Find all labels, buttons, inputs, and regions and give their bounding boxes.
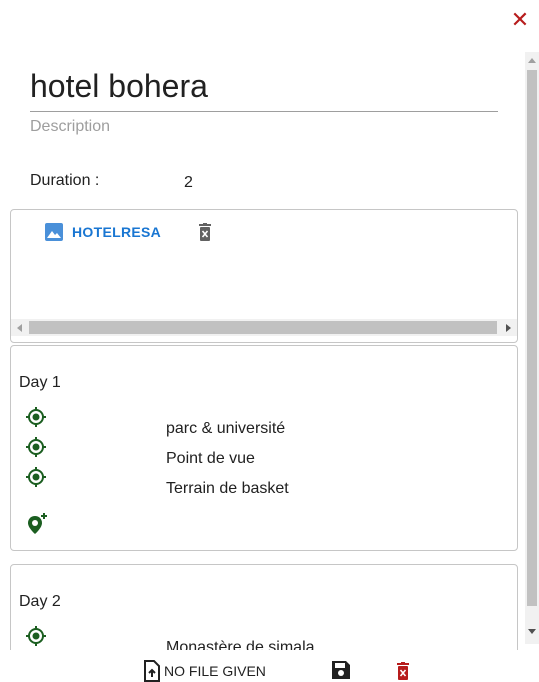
scroll-up-arrow-icon[interactable] [528,58,536,63]
title-field[interactable]: hotel bohera [30,64,498,112]
action-bar: NO FILE GIVEN [0,650,539,682]
day-title: Day 2 [19,593,61,610]
upload-file-label: NO FILE GIVEN [164,663,266,679]
horizontal-scrollbar-thumb[interactable] [29,321,497,334]
place-name[interactable]: parc & université [166,420,285,438]
day-card: Day 2 Monastère de simala [10,564,518,650]
day-title: Day 1 [19,374,61,391]
itinerary-form: hotel bohera Description Duration : 2 HO… [0,44,524,650]
attachment-link[interactable]: HOTELRESA [44,222,161,242]
scrollbar-thumb[interactable] [527,70,537,606]
location-target-icon[interactable] [25,436,47,458]
attachments-panel: HOTELRESA [10,209,518,343]
delete-icon[interactable] [395,662,411,682]
location-target-icon[interactable] [25,466,47,488]
close-button[interactable]: ✕ [508,8,532,32]
save-icon[interactable] [331,660,351,680]
title-input[interactable]: hotel bohera [30,64,498,108]
scroll-left-arrow-icon[interactable] [17,324,22,332]
place-name[interactable]: Point de vue [166,450,255,468]
scroll-down-arrow-icon[interactable] [528,629,536,634]
image-icon [45,223,63,241]
file-upload-icon [144,660,160,682]
scroll-right-arrow-icon[interactable] [506,324,511,332]
vertical-scrollbar[interactable] [525,52,539,644]
location-target-icon[interactable] [25,625,47,647]
add-location-icon[interactable] [25,512,49,536]
description-field[interactable]: Description [30,118,110,136]
day-card: Day 1 parc & université Point de vue Ter… [10,345,518,551]
duration-label: Duration : [30,172,100,189]
place-name[interactable]: Monastère de simala [166,639,315,650]
place-name[interactable]: Terrain de basket [166,480,289,498]
horizontal-scrollbar[interactable] [11,319,517,336]
duration-input[interactable]: 2 [184,174,193,192]
attachment-name: HOTELRESA [72,224,162,240]
upload-file-button[interactable]: NO FILE GIVEN [142,660,266,682]
delete-attachment-icon[interactable] [197,223,213,243]
location-target-icon[interactable] [25,406,47,428]
